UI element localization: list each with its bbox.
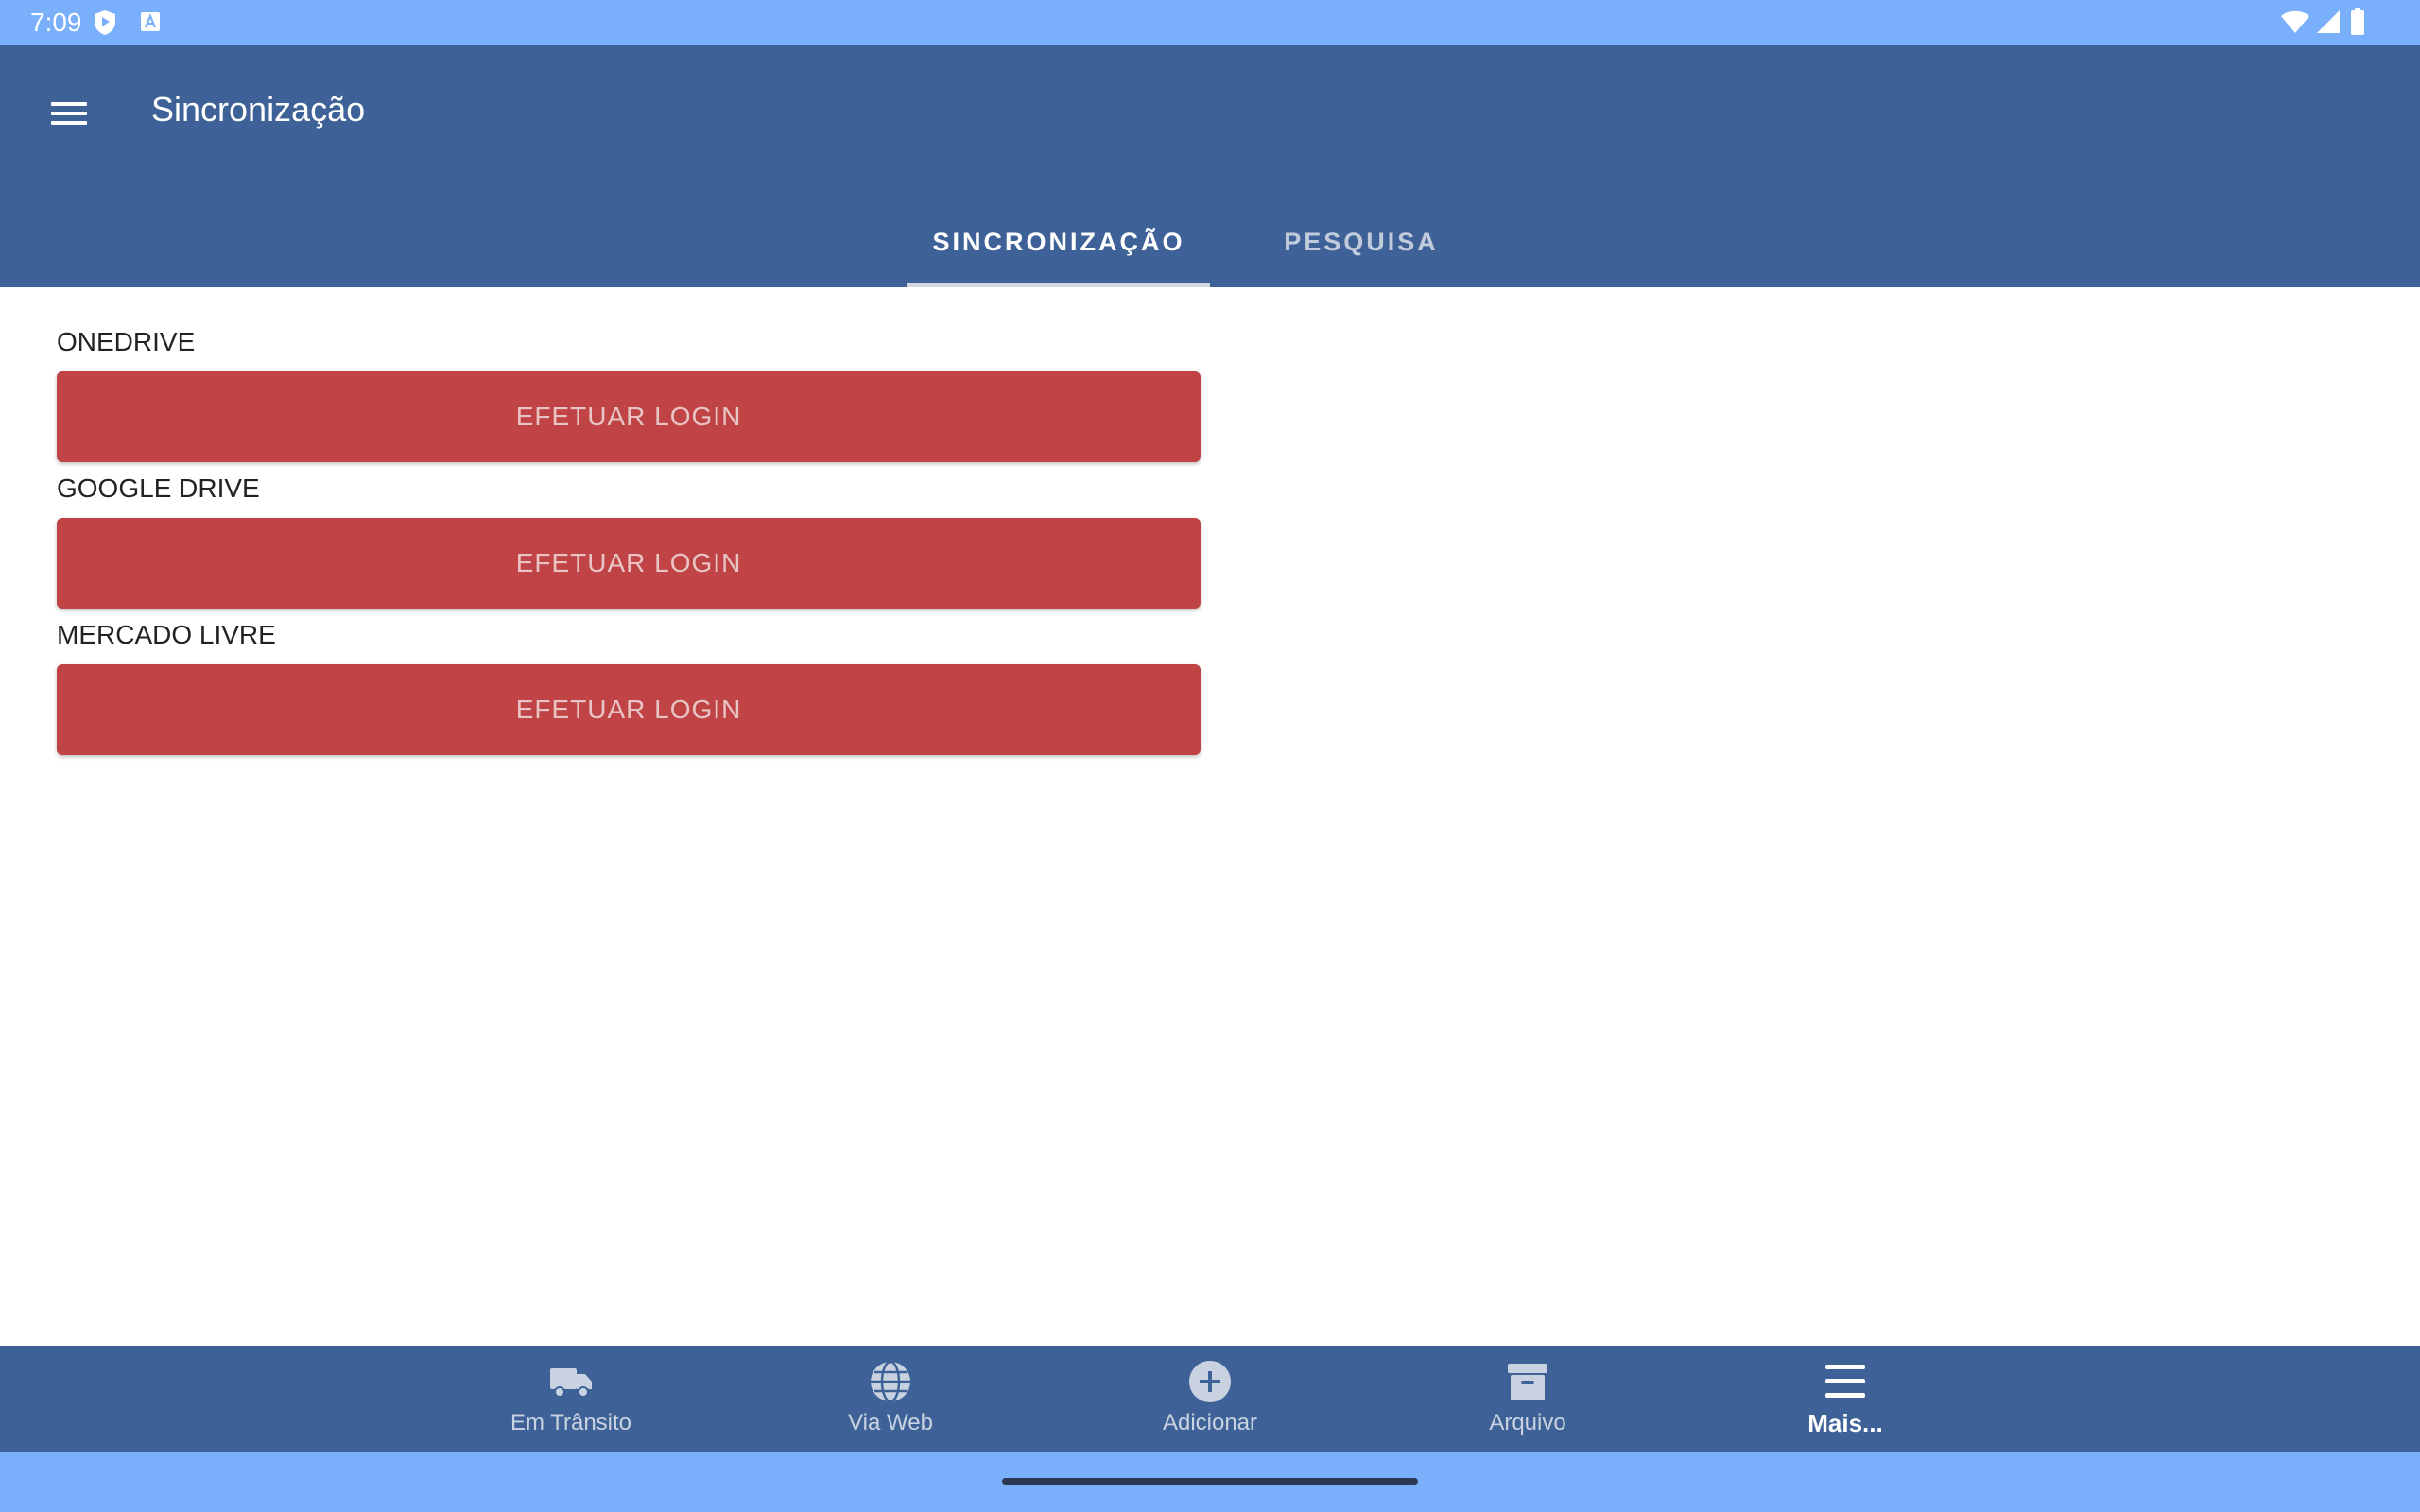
bottom-nav: Em Trânsito Via Web Adicionar Arquivo Ma… [0,1346,2420,1452]
archive-icon [1505,1359,1550,1404]
nav-mais[interactable]: Mais... [1751,1346,1940,1452]
tab-indicator [908,283,1210,287]
menu-icon [1823,1359,1868,1404]
nav-arquivo-label: Arquivo [1489,1410,1566,1435]
nav-em-transito-label: Em Trânsito [510,1410,632,1435]
status-time: 7:09 [30,8,82,37]
nav-arquivo[interactable]: Arquivo [1433,1346,1622,1452]
add-circle-icon [1187,1359,1233,1404]
tab-sincronizacao[interactable]: SINCRONIZAÇÃO [908,197,1210,287]
signal-icon [2316,9,2341,39]
nav-em-transito[interactable]: Em Trânsito [476,1346,666,1452]
nav-via-web[interactable]: Via Web [796,1346,985,1452]
nav-adicionar[interactable]: Adicionar [1115,1346,1305,1452]
wifi-icon [2280,9,2310,39]
google-drive-login-button[interactable]: EFETUAR LOGIN [57,518,1201,609]
gesture-area [0,1452,2420,1512]
tab-pesquisa[interactable]: PESQUISA [1210,197,1512,287]
gesture-handle[interactable] [1002,1478,1418,1485]
onedrive-login-button[interactable]: EFETUAR LOGIN [57,371,1201,462]
page-title: Sincronização [151,90,366,129]
app-notification-icon [140,11,161,37]
mercado-livre-login-button[interactable]: EFETUAR LOGIN [57,664,1201,755]
battery-icon [2350,8,2365,41]
onedrive-label: ONEDRIVE [57,327,196,356]
nav-adicionar-label: Adicionar [1162,1410,1258,1435]
shield-play-icon [93,9,117,41]
google-drive-label: GOOGLE DRIVE [57,473,260,503]
status-bar: 7:09 [0,0,2420,45]
menu-icon[interactable] [38,83,98,144]
nav-via-web-label: Via Web [848,1410,933,1435]
truck-icon [548,1359,594,1404]
globe-icon [868,1359,913,1404]
app-bar: Sincronização SINCRONIZAÇÃO PESQUISA [0,45,2420,287]
mercado-livre-label: MERCADO LIVRE [57,620,276,649]
nav-mais-label: Mais... [1807,1409,1883,1437]
